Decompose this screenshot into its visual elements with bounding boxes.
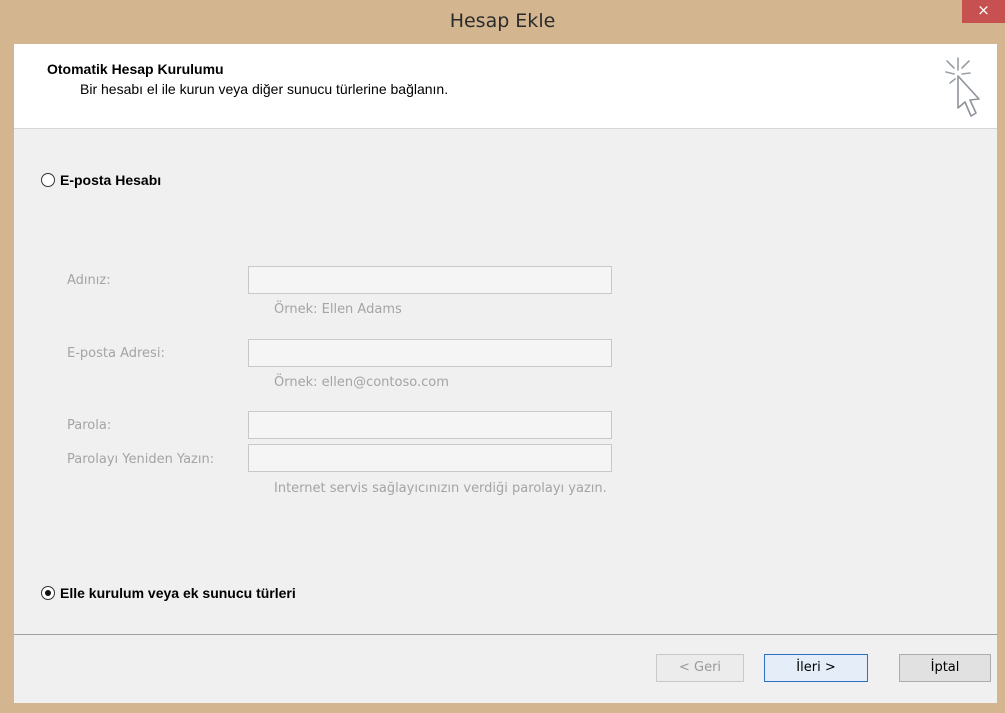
window-border-bottom bbox=[0, 703, 1005, 713]
email-account-label: E-posta Hesabı bbox=[60, 172, 162, 188]
email-hint: Örnek: ellen@contoso.com bbox=[274, 375, 449, 390]
email-account-option[interactable]: E-posta Hesabı bbox=[41, 172, 161, 188]
password-hint: Internet servis sağlayıcınızın verdiği p… bbox=[274, 481, 607, 496]
window-border-right bbox=[997, 44, 1005, 713]
window-title: Hesap Ekle bbox=[449, 10, 556, 32]
wizard-content: E-posta Hesabı Adınız: Örnek: Ellen Adam… bbox=[14, 129, 997, 634]
manual-setup-label: Elle kurulum veya ek sunucu türleri bbox=[60, 585, 296, 601]
wizard-header: Otomatik Hesap Kurulumu Bir hesabı el il… bbox=[14, 44, 997, 129]
email-account-radio[interactable] bbox=[41, 173, 55, 187]
close-button[interactable]: × bbox=[962, 0, 1005, 23]
manual-setup-radio[interactable] bbox=[41, 586, 55, 600]
window-border-left bbox=[0, 44, 14, 713]
add-account-dialog: Hesap Ekle × Otomatik Hesap Kurulumu Bir… bbox=[0, 0, 1005, 713]
back-button[interactable]: < Geri bbox=[656, 654, 744, 682]
next-button[interactable]: İleri > bbox=[764, 654, 868, 682]
email-address-input[interactable] bbox=[248, 339, 612, 367]
cursor-sparkle-icon bbox=[945, 57, 980, 117]
password-label: Parola: bbox=[67, 418, 112, 433]
header-subtitle: Bir hesabı el ile kurun veya diğer sunuc… bbox=[80, 81, 449, 97]
cancel-button[interactable]: İptal bbox=[899, 654, 991, 682]
name-label: Adınız: bbox=[67, 273, 111, 288]
close-icon: × bbox=[977, 1, 990, 19]
password-confirm-input[interactable] bbox=[248, 444, 612, 472]
name-hint: Örnek: Ellen Adams bbox=[274, 302, 402, 317]
password-confirm-label: Parolayı Yeniden Yazın: bbox=[67, 452, 215, 467]
email-label: E-posta Adresi: bbox=[67, 346, 165, 361]
name-input[interactable] bbox=[248, 266, 612, 294]
password-input[interactable] bbox=[248, 411, 612, 439]
manual-setup-option[interactable]: Elle kurulum veya ek sunucu türleri bbox=[41, 585, 296, 601]
header-title: Otomatik Hesap Kurulumu bbox=[47, 61, 224, 77]
wizard-footer: < Geri İleri > İptal bbox=[14, 635, 997, 703]
